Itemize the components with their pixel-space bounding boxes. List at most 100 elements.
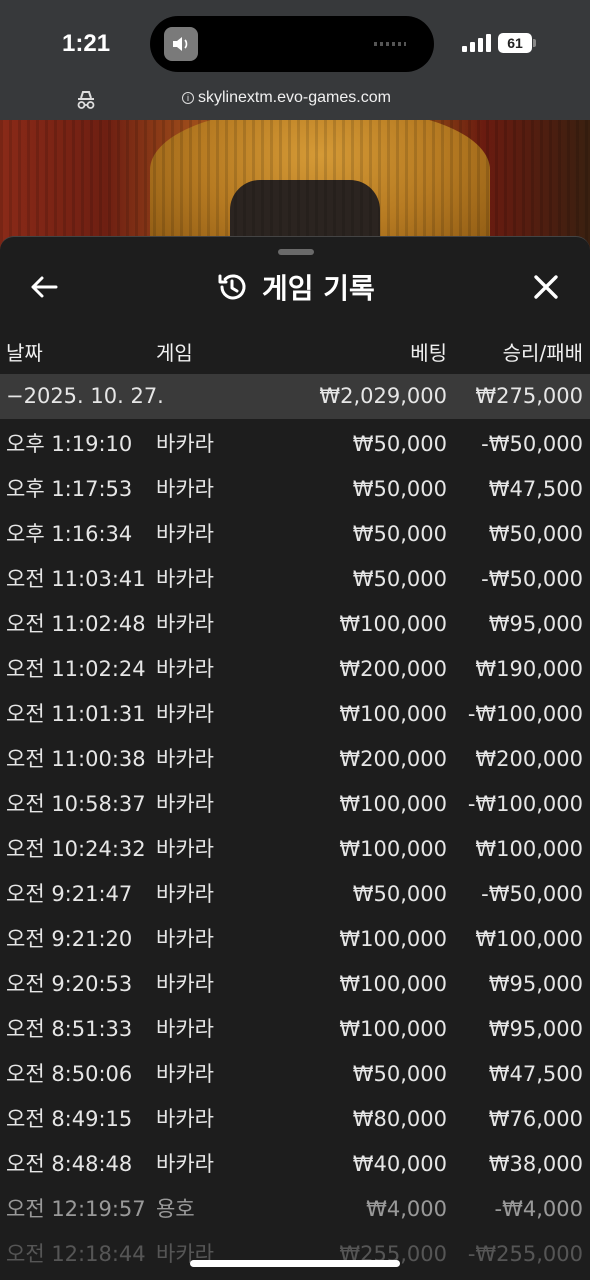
row-time: 오전 9:20:53 <box>6 972 133 996</box>
row-bet: ₩50,000 <box>352 477 447 501</box>
video-texture <box>0 120 590 250</box>
row-game: 바카라 <box>156 747 214 771</box>
row-result: ₩76,000 <box>488 1107 583 1131</box>
table-row[interactable]: 오전 9:20:53 바카라 ₩100,000 ₩95,000 <box>0 962 590 1007</box>
table-row[interactable]: 오전 10:58:37 바카라 ₩100,000 -₩100,000 <box>0 782 590 827</box>
row-time: 오전 11:00:38 <box>6 747 146 771</box>
info-icon[interactable]: i <box>182 92 194 104</box>
table-row[interactable]: 오전 11:03:41 바카라 ₩50,000 -₩50,000 <box>0 557 590 602</box>
row-time: 오전 8:48:48 <box>6 1152 133 1176</box>
row-result: ₩47,500 <box>488 1062 583 1086</box>
url-text-wrap[interactable]: i skylinextm.evo-games.com <box>182 89 391 107</box>
speaker-icon <box>164 27 198 61</box>
table-row[interactable]: 오전 11:00:38 바카라 ₩200,000 ₩200,000 <box>0 737 590 782</box>
table-row[interactable]: 오전 8:49:15 바카라 ₩80,000 ₩76,000 <box>0 1097 590 1142</box>
url-text[interactable]: skylinextm.evo-games.com <box>198 89 391 107</box>
table-row[interactable]: 오전 8:50:06 바카라 ₩50,000 ₩47,500 <box>0 1052 590 1097</box>
row-game: 바카라 <box>156 522 214 546</box>
row-time: 오전 8:51:33 <box>6 1017 133 1041</box>
table-row[interactable]: 오전 8:51:33 바카라 ₩100,000 ₩95,000 <box>0 1007 590 1052</box>
island-dots <box>374 42 406 46</box>
battery-level: 61 <box>498 33 532 53</box>
row-game: 바카라 <box>156 1062 214 1086</box>
table-row[interactable]: 오후 1:19:10 바카라 ₩50,000 -₩50,000 <box>0 422 590 467</box>
table-row[interactable]: 오전 12:19:57 용호 ₩4,000 -₩4,000 <box>0 1187 590 1232</box>
header-date[interactable]: 날짜 <box>6 335 43 371</box>
row-bet: ₩4,000 <box>366 1197 447 1221</box>
row-result: -₩100,000 <box>467 792 583 816</box>
row-bet: ₩200,000 <box>339 657 447 681</box>
row-time: 오전 11:01:31 <box>6 702 146 726</box>
row-bet: ₩40,000 <box>352 1152 447 1176</box>
table-row[interactable]: 오전 12:18:44 바카라 ₩255,000 -₩255,000 <box>0 1232 590 1277</box>
header-result[interactable]: 승리/패배 <box>503 335 583 371</box>
row-time: 오전 10:58:37 <box>6 792 146 816</box>
status-bar: 1:21 61 <box>0 0 590 84</box>
row-bet: ₩50,000 <box>352 432 447 456</box>
row-time: 오전 12:18:44 <box>6 1242 146 1266</box>
row-game: 바카라 <box>156 927 214 951</box>
row-game: 바카라 <box>156 567 214 591</box>
row-time: 오전 8:49:15 <box>6 1107 133 1131</box>
row-bet: ₩100,000 <box>339 792 447 816</box>
row-time: 오전 8:50:06 <box>6 1062 133 1086</box>
back-button[interactable] <box>26 269 62 305</box>
row-time: 오후 1:19:10 <box>6 432 133 456</box>
home-indicator[interactable] <box>190 1260 400 1267</box>
row-bet: ₩100,000 <box>339 837 447 861</box>
table-row[interactable]: 오전 10:24:32 바카라 ₩100,000 ₩100,000 <box>0 827 590 872</box>
header-bet[interactable]: 베팅 <box>410 335 447 371</box>
row-game: 바카라 <box>156 1242 214 1266</box>
row-game: 바카라 <box>156 1152 214 1176</box>
row-result: ₩95,000 <box>488 972 583 996</box>
row-time: 오후 1:16:34 <box>6 522 133 546</box>
row-result: -₩4,000 <box>494 1197 583 1221</box>
live-video-background <box>0 120 590 250</box>
row-result: ₩100,000 <box>475 927 583 951</box>
table-row[interactable]: 오전 9:21:20 바카라 ₩100,000 ₩100,000 <box>0 917 590 962</box>
row-game: 바카라 <box>156 477 214 501</box>
row-result: -₩100,000 <box>467 702 583 726</box>
game-history-panel: 게임 기록 날짜 게임 베팅 승리/패배 −2025. 10. 27. ₩2,0… <box>0 236 590 1280</box>
sheet-grabber[interactable] <box>278 249 314 255</box>
panel-title: 게임 기록 <box>262 272 375 305</box>
row-game: 바카라 <box>156 657 214 681</box>
table-row[interactable]: 오전 11:01:31 바카라 ₩100,000 -₩100,000 <box>0 692 590 737</box>
table-row[interactable]: 오후 1:17:53 바카라 ₩50,000 ₩47,500 <box>0 467 590 512</box>
close-button[interactable] <box>528 269 564 305</box>
summary-date: −2025. 10. 27. <box>6 384 164 408</box>
table-row[interactable]: 오후 1:16:34 바카라 ₩50,000 ₩50,000 <box>0 512 590 557</box>
row-result: ₩95,000 <box>488 1017 583 1041</box>
row-bet: ₩200,000 <box>339 747 447 771</box>
row-game: 바카라 <box>156 1017 214 1041</box>
table-header: 날짜 게임 베팅 승리/패배 <box>0 335 590 371</box>
battery-icon: 61 <box>498 33 536 53</box>
dynamic-island <box>150 16 434 72</box>
status-time: 1:21 <box>62 30 111 57</box>
table-row[interactable]: 오전 9:21:47 바카라 ₩50,000 -₩50,000 <box>0 872 590 917</box>
row-game: 바카라 <box>156 432 214 456</box>
row-game: 바카라 <box>156 837 214 861</box>
incognito-icon[interactable] <box>74 88 98 112</box>
row-result: -₩50,000 <box>481 432 583 456</box>
row-result: ₩38,000 <box>488 1152 583 1176</box>
table-row[interactable]: 오전 8:48:48 바카라 ₩40,000 ₩38,000 <box>0 1142 590 1187</box>
row-bet: ₩100,000 <box>339 1017 447 1041</box>
row-result: -₩50,000 <box>481 567 583 591</box>
row-time: 오전 9:21:47 <box>6 882 133 906</box>
row-result: ₩50,000 <box>488 522 583 546</box>
table-row[interactable]: 오전 11:02:48 바카라 ₩100,000 ₩95,000 <box>0 602 590 647</box>
row-result: ₩200,000 <box>475 747 583 771</box>
row-bet: ₩80,000 <box>352 1107 447 1131</box>
signal-icon <box>462 34 492 52</box>
row-game: 바카라 <box>156 1107 214 1131</box>
table-row[interactable]: 오전 11:02:24 바카라 ₩200,000 ₩190,000 <box>0 647 590 692</box>
row-result: ₩95,000 <box>488 612 583 636</box>
date-summary-row[interactable]: −2025. 10. 27. ₩2,029,000 ₩275,000 <box>0 374 590 419</box>
row-time: 오전 11:02:24 <box>6 657 146 681</box>
header-game[interactable]: 게임 <box>156 335 193 371</box>
row-time: 오후 1:17:53 <box>6 477 133 501</box>
row-bet: ₩100,000 <box>339 927 447 951</box>
row-game: 바카라 <box>156 882 214 906</box>
row-time: 오전 12:19:57 <box>6 1197 146 1221</box>
